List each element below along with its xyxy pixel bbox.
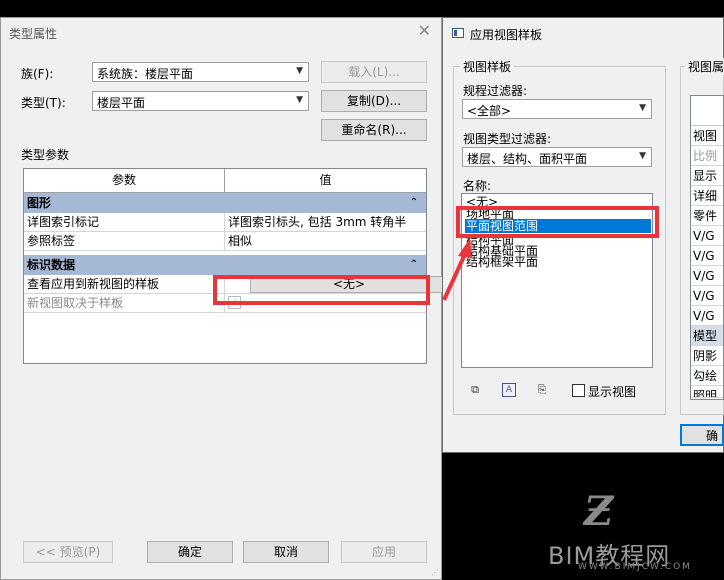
chevron-down-icon: ▼ — [296, 66, 303, 76]
table-row[interactable]: 比例 — [691, 146, 723, 166]
table-row[interactable]: 详图索引标记 详图索引标头, 包括 3mm 转角半 — [24, 213, 426, 232]
table-row[interactable]: 显示 — [691, 166, 723, 186]
names-label: 名称: — [463, 179, 492, 193]
delete-icon[interactable]: ⎘ — [535, 383, 549, 397]
top-black-bar — [0, 0, 724, 17]
show-views-checkbox[interactable] — [572, 384, 585, 397]
table-row[interactable]: 零件 — [691, 206, 723, 226]
row-key: 详图索引标记 — [24, 213, 225, 231]
show-views-label: 显示视图 — [588, 385, 637, 399]
view-type-filter-combo[interactable]: 楼层、结构、面积平面 ▼ — [462, 147, 652, 167]
list-item[interactable]: 结构框架平面 — [466, 255, 538, 269]
cancel-button[interactable]: 取消 — [243, 541, 329, 563]
type-label: 类型(T): — [21, 96, 66, 110]
load-button[interactable]: 载入(L)... — [321, 61, 427, 83]
dialog-title: 应用视图样板 — [470, 28, 543, 42]
section-identity-data[interactable]: 标识数据 ⌃ — [24, 255, 426, 275]
table-row[interactable]: 参照标签 相似 — [24, 232, 426, 251]
app-icon — [452, 28, 464, 38]
highlight-box — [213, 275, 430, 305]
row-key: 查看应用到新视图的样板 — [24, 275, 225, 293]
row-value: 详图索引标头, 包括 3mm 转角半 — [228, 215, 407, 229]
dialog-title: 类型属性 — [9, 27, 58, 41]
row-value: 相似 — [228, 234, 253, 248]
grid-header: 参数 值 — [24, 169, 426, 193]
table-row[interactable]: 勾绘 — [691, 366, 723, 386]
close-icon[interactable]: ✕ — [418, 21, 431, 40]
family-label: 族(F): — [21, 67, 54, 81]
column-header-param[interactable]: 参数 — [24, 169, 225, 192]
watermark: Ƶ BIM教程网 WWW.BIMJCW.COM — [548, 488, 718, 578]
watermark-logo: Ƶ — [584, 488, 614, 535]
table-row[interactable]: 阴影 — [691, 346, 723, 366]
collapse-icon: ⌃ — [409, 259, 418, 270]
table-row[interactable]: 详细 — [691, 186, 723, 206]
type-properties-dialog: 类型属性 ✕ 族(F): 系统族：楼层平面 ▼ 载入(L)... 类型(T): 楼… — [0, 17, 448, 580]
duplicate-button[interactable]: 复制(D)... — [321, 90, 427, 112]
apply-button[interactable]: 应用 — [341, 541, 427, 563]
chevron-down-icon: ▼ — [639, 151, 646, 161]
discipline-filter-combo[interactable]: <全部> ▼ — [462, 99, 652, 119]
preview-button[interactable]: << 预览(P) — [23, 541, 113, 563]
highlight-box — [456, 206, 659, 238]
table-row[interactable]: 视图 — [691, 126, 723, 146]
group-label: 视图样板 — [460, 58, 515, 75]
type-params-label: 类型参数 — [21, 148, 70, 162]
table-row[interactable]: V/G — [691, 306, 723, 326]
table-row[interactable]: V/G — [691, 246, 723, 266]
watermark-url: WWW.BIMJCW.COM — [578, 562, 692, 572]
view-properties-table: 视图 比例 显示 详细 零件 V/G V/G V/G V/G V/G 模型 阴影… — [690, 95, 724, 400]
rename-button[interactable]: 重命名(R)... — [321, 119, 427, 141]
table-row[interactable]: 模型 — [691, 326, 723, 346]
family-combo[interactable]: 系统族：楼层平面 ▼ — [92, 62, 309, 82]
group-label: 视图属 — [685, 58, 724, 75]
type-combo[interactable]: 楼层平面 ▼ — [92, 91, 309, 111]
chevron-down-icon: ▼ — [639, 103, 646, 113]
discipline-filter-label: 规程过滤器: — [463, 84, 528, 98]
ok-button-partial[interactable]: 确 — [680, 424, 724, 446]
section-graphics[interactable]: 图形 ⌃ — [24, 193, 426, 213]
params-grid: 参数 值 图形 ⌃ 详图索引标记 详图索引标头, 包括 3mm 转角半 参照标签 … — [23, 168, 448, 364]
resize-grip-icon[interactable]: ⋰ — [431, 568, 439, 577]
row-key: 新视图取决于样板 — [24, 294, 225, 312]
rename-icon[interactable]: A — [502, 383, 516, 397]
table-row[interactable]: V/G — [691, 266, 723, 286]
column-header-value[interactable]: 值 — [225, 169, 426, 192]
table-row[interactable]: 照明 — [691, 386, 723, 398]
ok-button[interactable]: 确定 — [147, 541, 233, 563]
row-key: 参照标签 — [24, 232, 225, 250]
table-row[interactable]: V/G — [691, 286, 723, 306]
table-row[interactable]: V/G — [691, 226, 723, 246]
collapse-icon: ⌃ — [409, 197, 418, 208]
view-type-filter-label: 视图类型过滤器: — [463, 132, 552, 146]
duplicate-icon[interactable]: ⧉ — [468, 383, 482, 397]
chevron-down-icon: ▼ — [296, 95, 303, 105]
